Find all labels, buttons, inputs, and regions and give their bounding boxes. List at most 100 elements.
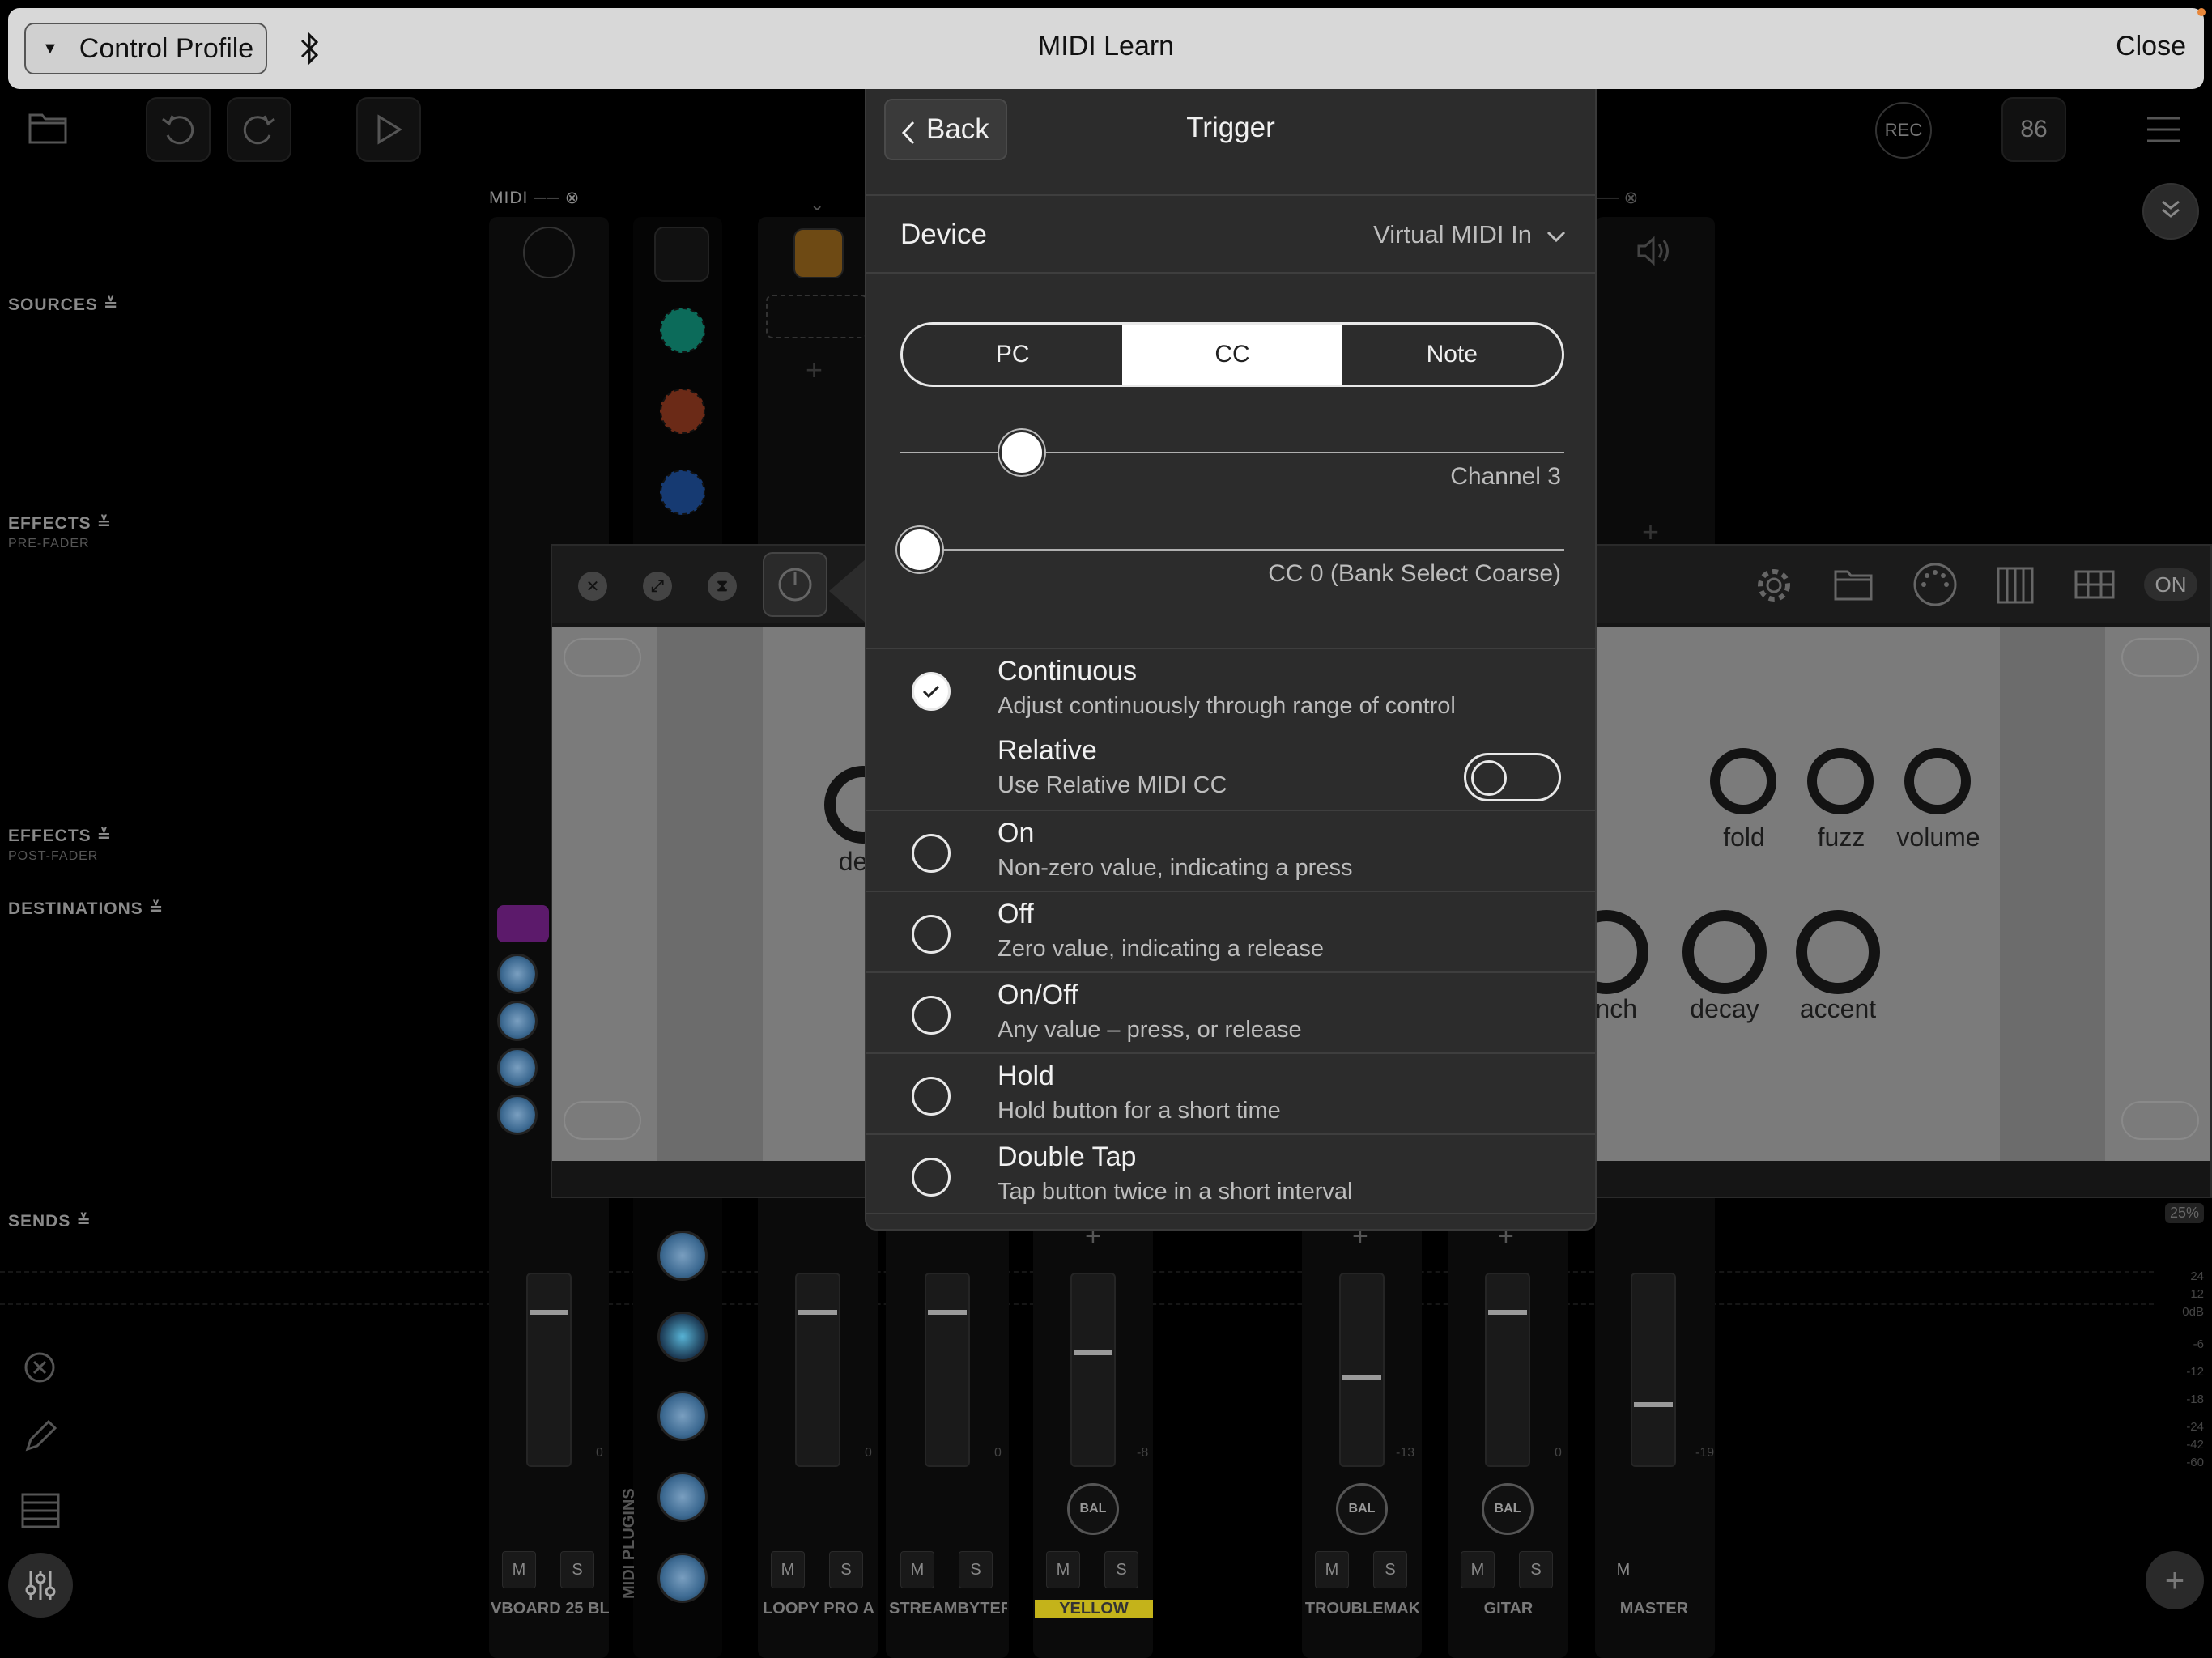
plugin-on-toggle[interactable]: ON [2144,568,2197,601]
channel-name-selected[interactable]: YELLOW [1035,1600,1153,1618]
balance-knob[interactable]: BAL [1482,1483,1534,1535]
relative-toggle[interactable] [1464,753,1561,801]
keyboard-icon[interactable] [1997,567,2034,608]
mute-button[interactable]: M [1606,1551,1640,1588]
plugin-slot-c[interactable] [497,1048,538,1088]
mixer-view-button[interactable] [8,1553,73,1618]
add-channel-button[interactable]: + [2146,1551,2204,1609]
db-readout: 0 [596,1446,603,1460]
channel-name[interactable]: VBOARD 25 BL [491,1600,609,1618]
fader-loopy[interactable] [795,1273,840,1467]
option-on[interactable]: On Non-zero value, indicating a press [866,810,1595,891]
solo-button[interactable]: S [959,1551,993,1588]
redo-button[interactable] [227,97,291,162]
mute-button[interactable]: M [502,1551,536,1588]
effects-post-section-label[interactable]: EFFECTS ≚ POST-FADER [8,826,112,864]
record-button[interactable]: REC [1875,102,1932,159]
undo-button[interactable] [146,97,211,162]
expand-window-button[interactable]: ⤢ [643,572,672,601]
option-continuous[interactable]: Continuous Adjust continuously through r… [866,648,1595,729]
plugin-slot-a[interactable] [497,954,538,994]
sources-section-label[interactable]: SOURCES ≚ [8,295,118,315]
empty-slot[interactable] [766,295,868,338]
fader-master[interactable] [1631,1273,1676,1467]
type-pc-button[interactable]: PC [903,325,1122,385]
option-hold[interactable]: Hold Hold button for a short time [866,1052,1595,1133]
channel-name[interactable]: GITAR [1449,1600,1568,1618]
option-double-tap[interactable]: Double Tap Tap button twice in a short i… [866,1133,1595,1214]
minimize-window-button[interactable]: ⧗ [708,572,737,601]
list-icon[interactable] [21,1493,60,1533]
fader-vboard[interactable] [526,1273,572,1467]
play-button[interactable] [356,97,421,162]
device-select[interactable]: Virtual MIDI In [1373,220,1566,249]
loopy-pro-icon[interactable] [793,228,844,278]
channel-name[interactable]: LOOPY PRO A [759,1600,878,1618]
tempo-button[interactable]: 86 [2001,97,2066,162]
midi-port-icon[interactable] [523,227,575,278]
instance-dot-green[interactable] [660,308,705,353]
close-button[interactable]: Close [2116,31,2186,62]
type-note-button[interactable]: Note [1342,325,1562,385]
effects-pre-section-label[interactable]: EFFECTS ≚ PRE-FADER [8,513,112,551]
collapse-button[interactable] [2142,183,2199,240]
channel-name[interactable]: MASTER [1595,1600,1713,1618]
mute-button[interactable]: M [771,1551,805,1588]
group-close-icon[interactable]: ── ⊗ [1595,188,1638,208]
clear-icon[interactable] [23,1350,57,1388]
solo-button[interactable]: S [829,1551,863,1588]
mute-button[interactable]: M [900,1551,934,1588]
channel-slider-thumb[interactable] [999,430,1045,475]
add-icon[interactable]: + [806,353,823,387]
midi-plugin-c[interactable] [657,1391,708,1441]
folder-icon[interactable] [1833,568,1874,606]
type-cc-button[interactable]: CC [1122,325,1342,385]
solo-button[interactable]: S [1104,1551,1138,1588]
close-window-button[interactable]: ✕ [578,572,607,601]
option-off[interactable]: Off Zero value, indicating a release [866,891,1595,971]
midi-port-icon[interactable] [1912,562,1958,611]
midi-plugin-b[interactable] [657,1231,708,1281]
midi-plugin-loop[interactable] [657,1312,708,1362]
speaker-icon[interactable] [1636,235,1673,271]
destinations-section-label[interactable]: DESTINATIONS ≚ [8,899,164,919]
solo-button[interactable]: S [1519,1551,1553,1588]
pencil-icon[interactable] [23,1418,58,1458]
plugin-slot-d[interactable] [497,1095,538,1135]
mute-button[interactable]: M [1315,1551,1349,1588]
channel-name[interactable]: STREAMBYTER [889,1600,1007,1618]
decay-knob[interactable] [1682,910,1767,994]
channel-name[interactable]: TROUBLEMAK [1304,1600,1422,1618]
balance-knob[interactable]: BAL [1336,1483,1388,1535]
midi-plugin-d[interactable] [657,1472,708,1522]
chevron-down-icon[interactable]: ⌄ [810,194,824,215]
volume-knob[interactable] [1904,748,1971,814]
accent-knob[interactable] [1796,910,1880,994]
cc-slider-thumb[interactable] [897,527,942,572]
midi-plugin-e[interactable] [657,1553,708,1603]
destination-block[interactable] [497,905,549,942]
mute-button[interactable]: M [1461,1551,1495,1588]
fader-troublemak[interactable] [1339,1273,1385,1467]
cc-slider-track[interactable] [900,549,1564,551]
fuzz-knob[interactable] [1807,748,1874,814]
menu-icon[interactable] [2146,113,2181,150]
instance-dot-blue[interactable] [660,470,705,515]
mute-button[interactable]: M [1046,1551,1080,1588]
fader-gitar[interactable] [1485,1273,1530,1467]
fader-yellow[interactable] [1070,1273,1116,1467]
fold-knob[interactable] [1710,748,1776,814]
fader-streambyter[interactable] [925,1273,970,1467]
balance-knob[interactable]: BAL [1067,1483,1119,1535]
sends-section-label[interactable]: SENDS ≚ [8,1211,91,1231]
option-on-off[interactable]: On/Off Any value – press, or release [866,971,1595,1052]
pads-icon[interactable] [2074,570,2115,603]
solo-button[interactable]: S [560,1551,594,1588]
solo-button[interactable]: S [1373,1551,1407,1588]
folder-icon[interactable] [28,110,68,150]
plugin-slot-b[interactable] [497,1001,538,1041]
instance-dot-red[interactable] [660,389,705,434]
midi-routing-button[interactable] [654,227,709,282]
power-button[interactable] [763,552,827,617]
gear-icon[interactable] [1754,565,1794,610]
